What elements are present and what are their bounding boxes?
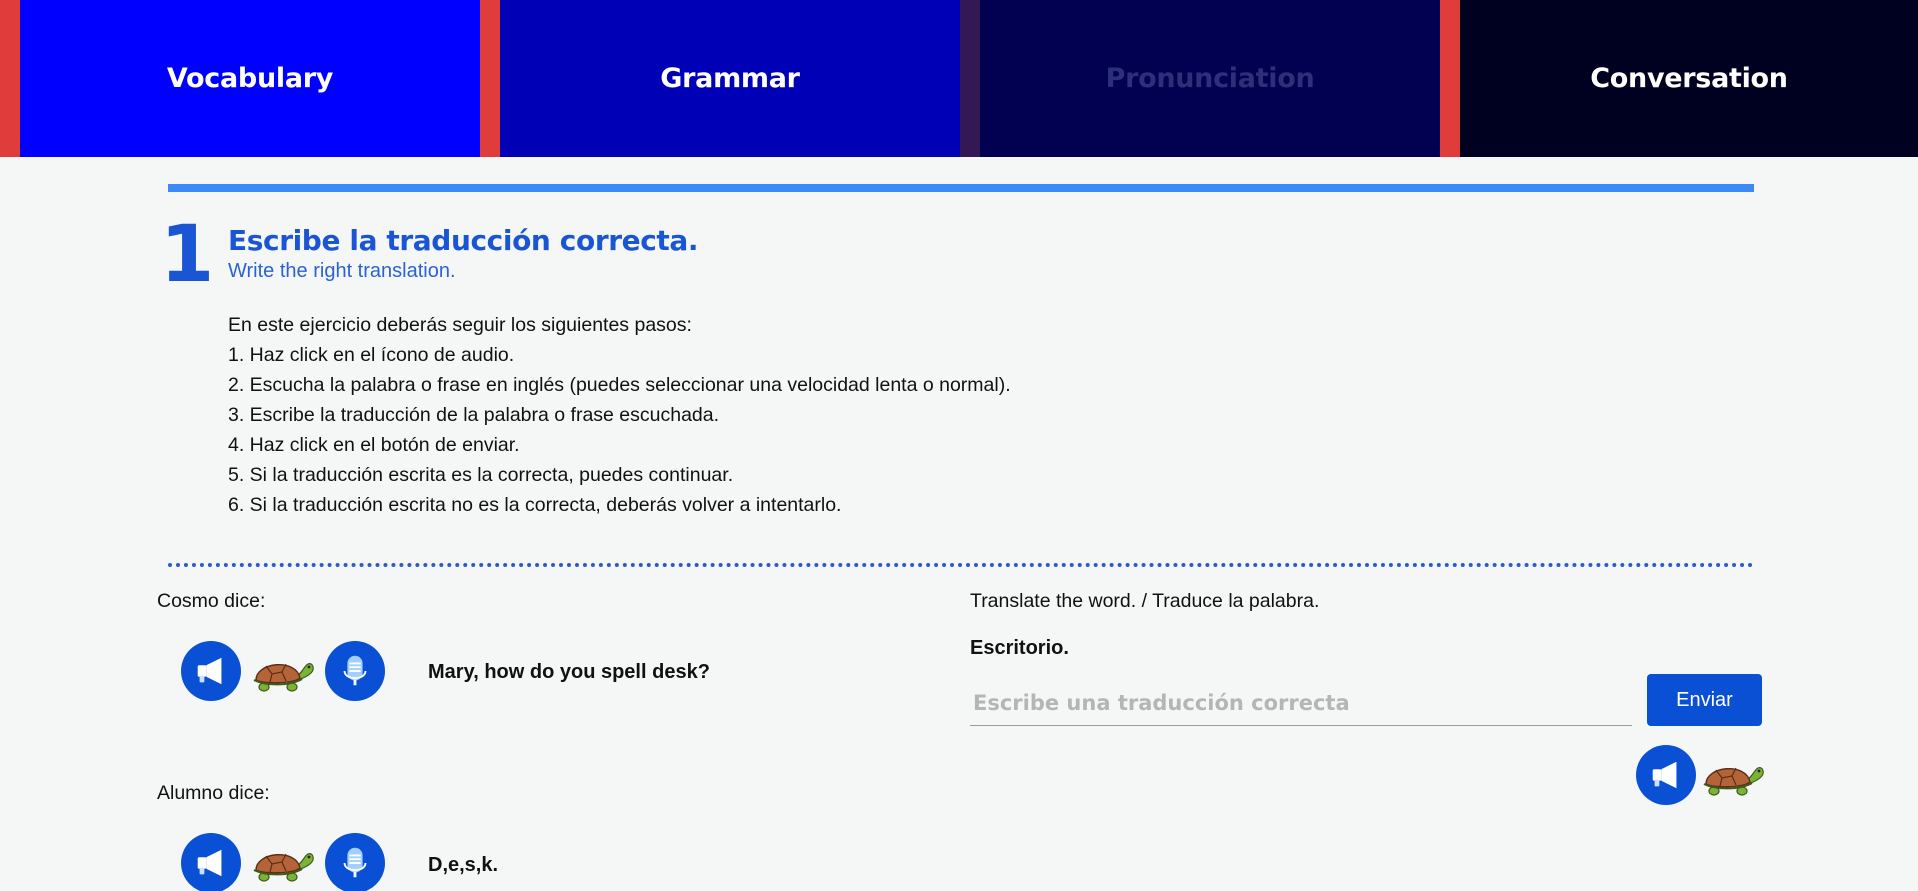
instruction-line: 1. Haz click en el ícono de audio.: [228, 344, 515, 366]
instruction-line: 4. Haz click en el botón de enviar.: [228, 434, 520, 456]
instruction-line: 3. Escribe la traducción de la palabra o…: [228, 404, 720, 426]
cosmo-label: Cosmo dice:: [157, 590, 266, 612]
tab-pronunciation[interactable]: Pronunciation: [980, 0, 1440, 157]
tab-conversation[interactable]: Conversation: [1460, 0, 1918, 157]
megaphone-icon: [1647, 756, 1685, 794]
alumno-microphone-button[interactable]: [325, 833, 385, 891]
megaphone-icon: [192, 652, 230, 690]
instructions: En este ejercicio deberás seguir los sig…: [228, 310, 1011, 520]
exercise-title: Escribe la traducción correcta.: [228, 224, 699, 257]
alumno-play-audio-button[interactable]: [181, 833, 241, 891]
task-play-audio-button[interactable]: [1636, 745, 1696, 805]
instruction-line: 2. Escucha la palabra o frase en inglés …: [228, 374, 1011, 396]
microphone-icon: [336, 844, 374, 882]
tab-grammar[interactable]: Grammar: [500, 0, 960, 157]
tab-vocabulary-label: Vocabulary: [166, 63, 334, 94]
cosmo-microphone-button[interactable]: [325, 641, 385, 701]
instruction-line: 6. Si la traducción escrita no es la cor…: [228, 494, 842, 516]
section-top-rule: [168, 184, 1754, 192]
word-to-translate: Escritorio.: [970, 637, 1069, 659]
exercise-number: 1: [160, 210, 215, 300]
cosmo-play-audio-button[interactable]: [181, 641, 241, 701]
tab-pronunciation-label: Pronunciation: [1105, 63, 1315, 94]
turtle-icon[interactable]: [252, 840, 314, 884]
top-nav: Vocabulary Grammar Pronunciation Convers…: [0, 0, 1918, 157]
exercise-subtitle: Write the right translation.: [228, 260, 456, 282]
microphone-icon: [336, 652, 374, 690]
task-prompt: Translate the word. / Traduce la palabra…: [970, 590, 1320, 612]
cosmo-phrase: Mary, how do you spell desk?: [428, 661, 710, 683]
dotted-divider: [168, 563, 1754, 567]
instruction-line: En este ejercicio deberás seguir los sig…: [228, 314, 692, 336]
tab-conversation-label: Conversation: [1590, 63, 1788, 94]
alumno-phrase: D,e,s,k.: [428, 854, 499, 876]
tab-vocabulary[interactable]: Vocabulary: [20, 0, 480, 157]
instruction-line: 5. Si la traducción escrita es la correc…: [228, 464, 734, 486]
tab-divider: [960, 0, 980, 157]
tab-grammar-label: Grammar: [660, 63, 800, 94]
alumno-label: Alumno dice:: [157, 782, 270, 804]
translation-input[interactable]: [970, 680, 1632, 726]
megaphone-icon: [192, 844, 230, 882]
send-button[interactable]: Enviar: [1647, 674, 1762, 726]
turtle-icon[interactable]: [1702, 754, 1764, 798]
turtle-icon[interactable]: [252, 650, 314, 694]
